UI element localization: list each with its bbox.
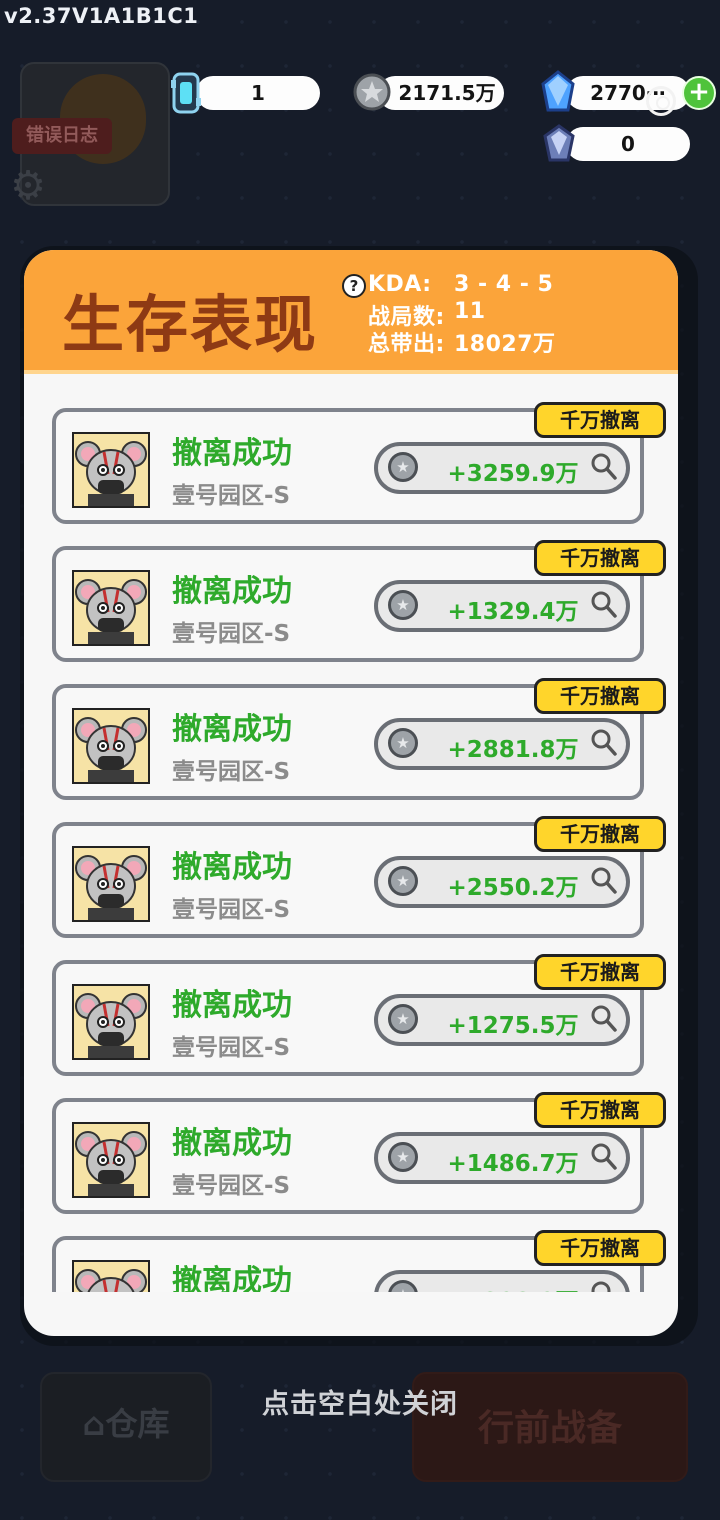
kda-label: KDA: (368, 272, 432, 297)
coin-icon: ★ (388, 866, 418, 896)
record-status: 撤离成功 (172, 436, 292, 471)
coin-counter: 2171.5万 (378, 76, 504, 110)
record-badge: 千万撤离 (534, 1230, 666, 1266)
mouse-avatar-icon (75, 579, 147, 644)
record-map: 壹号园区-S (172, 621, 291, 647)
mouse-avatar-icon (75, 1131, 147, 1196)
panel-title: 生存表现 (62, 288, 319, 361)
matches-value: 11 (454, 299, 486, 324)
record-avatar (72, 984, 150, 1060)
record-status: 撤离成功 (172, 712, 292, 747)
record-map: 壹号园区-S (172, 759, 291, 785)
record-list[interactable]: 撤离成功 壹号园区-S ★ +3259.9万 千万撤离 撤离成功 壹号园区-S … (24, 374, 678, 1292)
record-card[interactable]: 撤离成功 ★ +1398.9万 千万撤离 (52, 1230, 666, 1292)
record-loot-value: +2550.2万 (447, 875, 579, 901)
record-avatar (72, 1260, 150, 1292)
record-card[interactable]: 撤离成功 壹号园区-S ★ +1275.5万 千万撤离 (52, 954, 666, 1076)
record-loot-value: +3259.9万 (447, 461, 579, 487)
coin-icon: ★ (388, 452, 418, 482)
gear-icon[interactable]: ⚙ (6, 164, 50, 208)
coin-icon: ★ (388, 728, 418, 758)
record-status: 撤离成功 (172, 850, 292, 885)
error-log-button[interactable]: 错误日志 (12, 118, 112, 154)
record-loot-pill: ★ +1486.7万 (374, 1132, 630, 1184)
coin-icon: ★ (388, 590, 418, 620)
crystal-icon (543, 124, 575, 162)
crystal-amount: 0 (621, 132, 635, 156)
record-loot-pill: ★ +2881.8万 (374, 718, 630, 770)
close-hint[interactable]: 点击空白处关闭 (0, 1382, 720, 1421)
add-diamond-button[interactable]: + (682, 76, 716, 110)
coin-icon (353, 73, 391, 111)
record-map: 壹号园区-S (172, 1173, 291, 1199)
record-card[interactable]: 撤离成功 壹号园区-S ★ +3259.9万 千万撤离 (52, 402, 666, 524)
record-avatar (72, 1122, 150, 1198)
kda-value: 3 - 4 - 5 (454, 272, 554, 297)
record-badge: 千万撤离 (534, 1092, 666, 1128)
mouse-avatar-icon (75, 717, 147, 782)
record-map: 壹号园区-S (172, 483, 291, 509)
record-map: 壹号园区-S (172, 897, 291, 923)
record-badge: 千万撤离 (534, 402, 666, 438)
help-icon[interactable]: ? (342, 274, 366, 298)
coin-amount: 2171.5万 (398, 81, 496, 105)
mouse-avatar-icon (75, 993, 147, 1058)
record-loot-pill: ★ +1329.4万 (374, 580, 630, 632)
record-status: 撤离成功 (172, 574, 292, 609)
record-loot-value: +1486.7万 (447, 1151, 579, 1177)
record-card[interactable]: 撤离成功 壹号园区-S ★ +1486.7万 千万撤离 (52, 1092, 666, 1214)
record-badge: 千万撤离 (534, 540, 666, 576)
record-loot-value: +2881.8万 (447, 737, 579, 763)
record-avatar (72, 708, 150, 784)
search-icon[interactable] (590, 728, 618, 758)
mouse-avatar-icon (75, 1269, 147, 1292)
record-card[interactable]: 撤离成功 壹号园区-S ★ +2881.8万 千万撤离 (52, 678, 666, 800)
mouse-avatar-icon (75, 855, 147, 920)
floating-assist-icon[interactable] (646, 86, 676, 116)
record-badge: 千万撤离 (534, 816, 666, 852)
coin-icon: ★ (388, 1004, 418, 1034)
record-loot-pill: ★ +3259.9万 (374, 442, 630, 494)
search-icon[interactable] (590, 452, 618, 482)
record-loot-value: +1398.9万 (438, 1282, 588, 1292)
record-loot-pill: ★ +1398.9万 (374, 1270, 630, 1292)
record-status: 撤离成功 (172, 1126, 292, 1161)
record-avatar (72, 570, 150, 646)
record-status: 撤离成功 (172, 1264, 292, 1292)
record-loot-value: +1275.5万 (447, 1013, 579, 1039)
total-label: 总带出: (368, 332, 445, 357)
coin-icon: ★ (388, 1142, 418, 1172)
record-badge: 千万撤离 (534, 954, 666, 990)
record-avatar (72, 432, 150, 508)
record-card[interactable]: 撤离成功 壹号园区-S ★ +1329.4万 千万撤离 (52, 540, 666, 662)
record-loot-pill: ★ +2550.2万 (374, 856, 630, 908)
ticket-counter: 1 (196, 76, 320, 110)
record-badge: 千万撤离 (534, 678, 666, 714)
survival-panel: 生存表现 ? KDA: 3 - 4 - 5 战局数: 11 总带出: 18027… (24, 250, 678, 1336)
search-icon[interactable] (590, 1004, 618, 1034)
search-icon[interactable] (590, 590, 618, 620)
record-loot-value: +1329.4万 (447, 599, 579, 625)
record-status: 撤离成功 (172, 988, 292, 1023)
record-avatar (72, 846, 150, 922)
search-icon[interactable] (590, 866, 618, 896)
crystal-counter: 0 (566, 127, 690, 161)
version-label: v2.37V1A1B1C1 (4, 4, 199, 28)
search-icon[interactable] (590, 1280, 618, 1292)
search-icon[interactable] (590, 1142, 618, 1172)
record-card[interactable]: 撤离成功 壹号园区-S ★ +2550.2万 千万撤离 (52, 816, 666, 938)
record-loot-pill: ★ +1275.5万 (374, 994, 630, 1046)
ticket-count: 1 (251, 81, 265, 105)
record-map: 壹号园区-S (172, 1035, 291, 1061)
mouse-avatar-icon (75, 441, 147, 506)
total-value: 18027万 (454, 332, 556, 357)
ticket-capsule-icon (171, 72, 201, 114)
panel-header: 生存表现 ? KDA: 3 - 4 - 5 战局数: 11 总带出: 18027… (24, 250, 678, 374)
coin-icon: ★ (388, 1280, 418, 1292)
blue-gem-icon (541, 70, 575, 112)
